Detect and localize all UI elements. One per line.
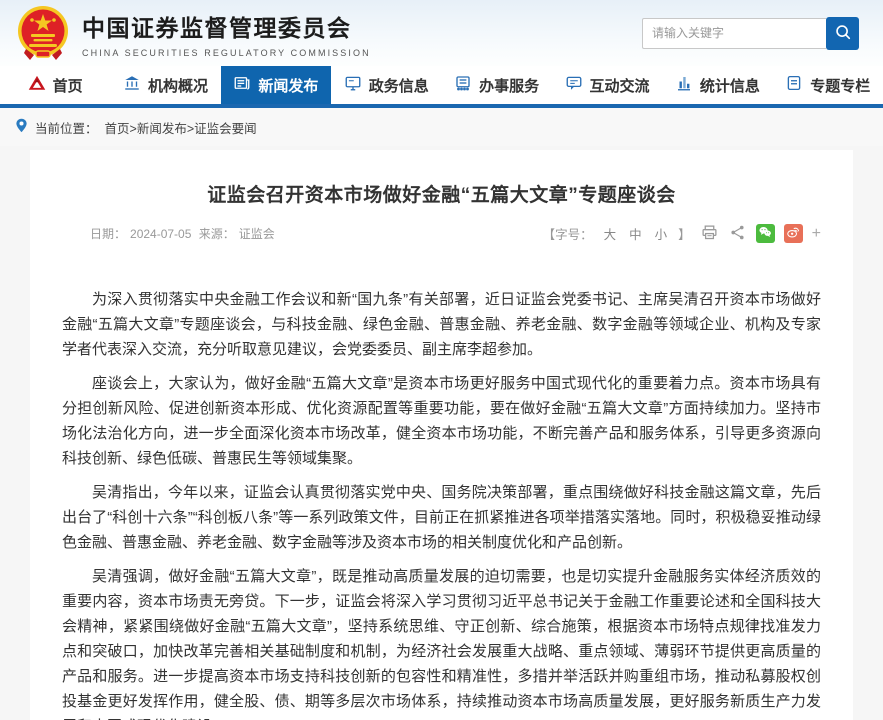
nav-item-services[interactable]: 办事服务 bbox=[442, 66, 552, 104]
search-input[interactable] bbox=[642, 18, 826, 49]
search-button[interactable] bbox=[826, 17, 859, 50]
nav-label: 首页 bbox=[53, 75, 83, 96]
nav-item-interaction[interactable]: 互动交流 bbox=[552, 66, 662, 104]
printer-icon bbox=[701, 224, 718, 244]
site-title: 中国证券监督管理委员会 bbox=[82, 9, 371, 43]
article-paragraph: 为深入贯彻落实中央金融工作会议和新“国九条”有关部署，近日证监会党委书记、主席吴… bbox=[62, 287, 821, 362]
share-button[interactable] bbox=[728, 224, 747, 243]
article-paragraph: 座谈会上，大家认为，做好金融“五篇大文章”是资本市场更好服务中国式现代化的重要着… bbox=[62, 371, 821, 471]
nav-item-special-topics[interactable]: 专题专栏 bbox=[773, 66, 883, 104]
nav-item-news[interactable]: 新闻发布 bbox=[221, 66, 331, 104]
bar-chart-icon bbox=[675, 74, 693, 96]
wechat-icon bbox=[758, 225, 772, 242]
print-button[interactable] bbox=[700, 224, 719, 243]
service-list-icon bbox=[454, 74, 472, 96]
national-emblem-icon bbox=[16, 5, 70, 61]
nav-item-about[interactable]: 机构概况 bbox=[110, 66, 220, 104]
nav-label: 统计信息 bbox=[700, 75, 760, 96]
site-header: 中国证券监督管理委员会 CHINA SECURITIES REGULATORY … bbox=[0, 0, 883, 66]
main-nav: 首页 机构概况 新闻发布 bbox=[0, 66, 883, 108]
bank-icon bbox=[123, 74, 141, 96]
search-icon bbox=[834, 23, 852, 44]
chat-bubble-icon bbox=[565, 74, 583, 96]
fontsize-medium-button[interactable]: 中 bbox=[627, 224, 644, 243]
breadcrumb-label: 当前位置： bbox=[35, 118, 98, 137]
site-subtitle: CHINA SECURITIES REGULATORY COMMISSION bbox=[82, 48, 371, 58]
site-title-block: 中国证券监督管理委员会 CHINA SECURITIES REGULATORY … bbox=[82, 9, 371, 58]
monitor-icon bbox=[344, 74, 362, 96]
fontsize-suffix: 】 bbox=[678, 224, 691, 243]
article-paragraph: 吴清强调，做好金融“五篇大文章”，既是推动高质量发展的迫切需要，也是切实提升金融… bbox=[62, 564, 821, 720]
weibo-share-button[interactable] bbox=[784, 224, 803, 243]
fontsize-prefix: 【字号： bbox=[543, 224, 593, 243]
article-source: 证监会 bbox=[239, 227, 275, 241]
breadcrumb-path[interactable]: 首页>新闻发布>证监会要闻 bbox=[105, 118, 257, 137]
fontsize-large-button[interactable]: 大 bbox=[602, 224, 619, 243]
nav-label: 机构概况 bbox=[148, 75, 208, 96]
article-meta: 日期： 2024-07-05 来源： 证监会 【字号： 大 中 小 】 bbox=[62, 224, 821, 243]
fontsize-small-button[interactable]: 小 bbox=[653, 224, 670, 243]
nav-label: 专题专栏 bbox=[810, 75, 870, 96]
weibo-icon bbox=[786, 225, 800, 242]
nav-item-home[interactable]: 首页 bbox=[0, 66, 110, 104]
document-icon bbox=[785, 74, 803, 96]
nav-label: 政务信息 bbox=[369, 75, 429, 96]
article-card: 证监会召开资本市场做好金融“五篇大文章”专题座谈会 日期： 2024-07-05 … bbox=[30, 150, 853, 720]
nav-label: 新闻发布 bbox=[258, 75, 318, 96]
nav-label: 办事服务 bbox=[479, 75, 539, 96]
csrc-logo-icon bbox=[28, 74, 46, 96]
article-toolbar: 【字号： 大 中 小 】 bbox=[543, 224, 821, 243]
wechat-share-button[interactable] bbox=[756, 224, 775, 243]
article-title: 证监会召开资本市场做好金融“五篇大文章”专题座谈会 bbox=[62, 180, 821, 207]
site-search bbox=[642, 17, 859, 50]
location-pin-icon bbox=[15, 118, 28, 136]
share-icon bbox=[729, 224, 746, 244]
article-meta-left: 日期： 2024-07-05 来源： 证监会 bbox=[90, 225, 279, 242]
date-label: 日期： bbox=[90, 227, 126, 241]
nav-item-statistics[interactable]: 统计信息 bbox=[662, 66, 772, 104]
newspaper-icon bbox=[233, 74, 251, 96]
more-share-button[interactable]: + bbox=[812, 225, 821, 243]
article-date: 2024-07-05 bbox=[130, 227, 191, 241]
breadcrumb: 当前位置： 首页>新闻发布>证监会要闻 bbox=[0, 108, 883, 146]
source-label: 来源： bbox=[199, 227, 235, 241]
nav-item-gov-info[interactable]: 政务信息 bbox=[331, 66, 441, 104]
nav-label: 互动交流 bbox=[590, 75, 650, 96]
article-body: 为深入贯彻落实中央金融工作会议和新“国九条”有关部署，近日证监会党委书记、主席吴… bbox=[62, 287, 821, 720]
article-paragraph: 吴清指出，今年以来，证监会认真贯彻落实党中央、国务院决策部署，重点围绕做好科技金… bbox=[62, 480, 821, 555]
